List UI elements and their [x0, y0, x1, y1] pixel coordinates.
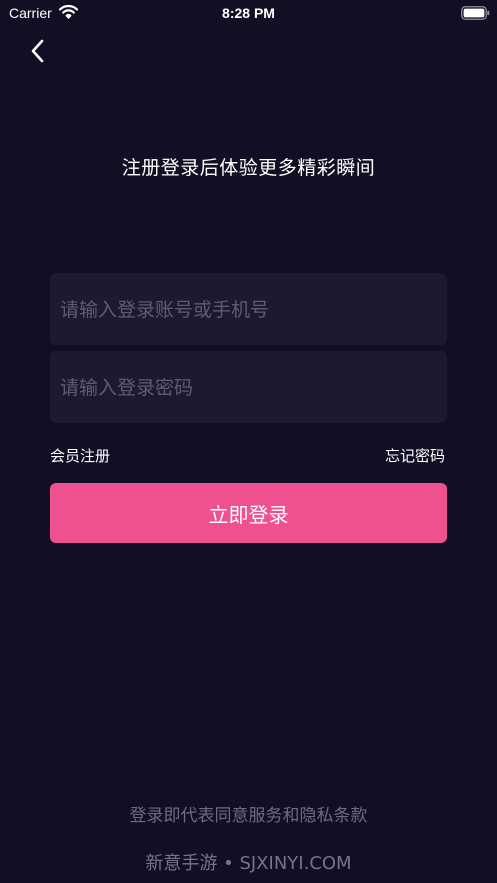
account-field: [50, 273, 447, 347]
agreement-link[interactable]: 登录即代表同意服务和隐私条款: [0, 801, 497, 826]
watermark: 新意手游 • SJXINYI.COM: [145, 853, 352, 874]
login-button[interactable]: 立即登录: [50, 483, 447, 543]
account-input[interactable]: [58, 273, 443, 347]
back-button[interactable]: [20, 36, 54, 70]
register-link[interactable]: 会员注册: [50, 445, 110, 466]
page-title: 注册登录后体验更多精彩瞬间: [121, 157, 376, 179]
password-field: [50, 351, 447, 425]
battery-icon: [461, 5, 490, 20]
password-input[interactable]: [58, 351, 443, 425]
status-time: 8:28 PM: [222, 5, 275, 21]
forgot-password-link[interactable]: 忘记密码: [385, 445, 445, 466]
chevron-left-icon: [30, 39, 44, 67]
status-bar: Carrier 8:28 PM: [0, 0, 497, 26]
